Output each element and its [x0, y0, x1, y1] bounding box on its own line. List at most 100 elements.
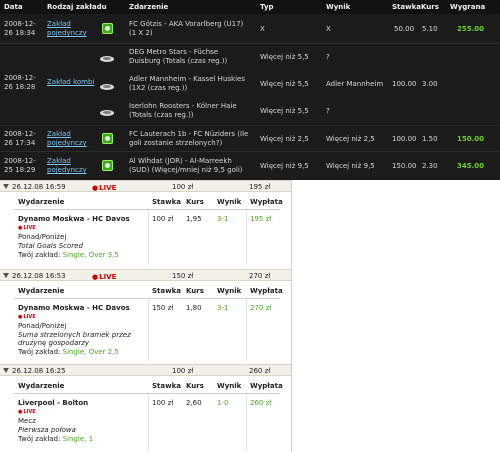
- match-name[interactable]: Dynamo Moskwa - HC Davos: [18, 304, 130, 313]
- row-odds: 1,80: [186, 304, 202, 312]
- coupon: 26.12.08 16:59 LIVE 100 zł 195 zł Wydarz…: [0, 180, 291, 269]
- hockey-puck-icon: [100, 110, 114, 116]
- market-description: Pierwsza połowa: [18, 426, 76, 434]
- col-payout-header: Wypłata: [250, 382, 283, 390]
- football-icon: [102, 133, 113, 144]
- col-stake-header: Stawka: [152, 382, 181, 390]
- bet-date: 2008-12- 25 18:29: [4, 157, 36, 174]
- bet-history-table: Data Rodzaj zakładu Zdarzenie Typ Wynik …: [0, 0, 500, 180]
- bet-row[interactable]: 2008-12- 26 18:34 Zakład pojedynczy FC Göt…: [0, 14, 500, 44]
- row-payout: 195 zł: [250, 215, 272, 223]
- row-result: 3-1: [217, 304, 229, 312]
- col-odds-header[interactable]: Kurs: [421, 3, 439, 11]
- football-icon: [102, 23, 113, 34]
- coupon: 26.12.08 16:25 100 zł 260 zł Wydarzenie …: [0, 364, 291, 452]
- col-type-header[interactable]: Rodzaj zakładu: [47, 3, 107, 11]
- bet-result: Więcej niż 2,5: [326, 135, 375, 143]
- row-odds: 1,95: [186, 215, 202, 223]
- bet-win: 150.00: [457, 135, 485, 143]
- bet-result: X: [326, 25, 331, 33]
- bet-event: FC Götzis - AKA Vorarlberg (U17) (1 X 2): [129, 20, 244, 37]
- col-event-header: Wydarzenie: [18, 198, 65, 206]
- collapse-arrow-icon[interactable]: [3, 368, 9, 373]
- bet-type-link[interactable]: Zakład pojedynczy: [47, 130, 87, 148]
- bet-pick: Więcej niż 9,5: [260, 162, 309, 170]
- col-event-header: Wydarzenie: [18, 382, 65, 390]
- bet-odds: 5.10: [422, 25, 438, 33]
- row-result: 1-0: [217, 399, 229, 407]
- leg-pick: Więcej niż 5,5: [260, 53, 309, 61]
- coupon-list: 26.12.08 16:59 LIVE 100 zł 195 zł Wydarz…: [0, 180, 292, 452]
- bet-odds: 3.00: [422, 80, 438, 88]
- coupon-header[interactable]: 26.12.08 16:53 LIVE 150 zł 270 zł: [0, 269, 291, 281]
- bet-odds: 2.30: [422, 162, 438, 170]
- bet-stake: 150.00: [392, 162, 417, 170]
- leg-event: Adler Mannheim - Kassel Huskies (1X2 (cza…: [129, 75, 245, 92]
- live-badge: LIVE: [92, 184, 116, 192]
- col-stake-header[interactable]: Stawka: [392, 3, 421, 11]
- row-result: 3-1: [217, 215, 229, 223]
- coupon-table-header: Wydarzenie Stawka Kurs Wynik Wypłata: [14, 376, 283, 394]
- hockey-puck-icon: [100, 56, 114, 62]
- row-stake: 150 zł: [152, 304, 174, 312]
- coupon-amount: 150 zł: [172, 272, 194, 280]
- coupon-payout: 260 zł: [249, 367, 271, 375]
- col-result-header[interactable]: Wynik: [326, 3, 350, 11]
- bet-row-combi[interactable]: 2008-12- 26 18:28 Zakład kombi DEG Metro …: [0, 44, 500, 126]
- bet-type-link[interactable]: Zakład kombi: [47, 78, 94, 87]
- football-icon: [102, 160, 113, 171]
- bet-date: 2008-12- 26 18:34: [4, 20, 36, 37]
- collapse-arrow-icon[interactable]: [3, 184, 9, 189]
- market-name: Mecz: [18, 417, 36, 425]
- your-bet: Twój zakład: Single, Over 2,5: [18, 348, 119, 356]
- your-bet: Twój zakład: Single, Over 3,5: [18, 251, 119, 259]
- coupon-datetime: 26.12.08 16:59: [12, 183, 66, 191]
- row-payout: 270 zł: [250, 304, 272, 312]
- col-date-header[interactable]: Data: [4, 3, 23, 11]
- your-bet-choice: Single, Over 3,5: [62, 251, 119, 259]
- bet-type-link[interactable]: Zakład pojedynczy: [47, 157, 87, 175]
- column-divider: [148, 210, 149, 265]
- row-odds: 2,60: [186, 399, 202, 407]
- collapse-arrow-icon[interactable]: [3, 273, 9, 278]
- col-stake-header: Stawka: [152, 198, 181, 206]
- bet-win: 255.00: [457, 25, 485, 33]
- bet-type-link[interactable]: Zakład pojedynczy: [47, 20, 87, 38]
- coupon-header[interactable]: 26.12.08 16:25 100 zł 260 zł: [0, 364, 291, 376]
- bet-pick: Więcej niż 2,5: [260, 135, 309, 143]
- bet-history-header: Data Rodzaj zakładu Zdarzenie Typ Wynik …: [0, 0, 500, 14]
- bet-row[interactable]: 2008-12- 25 18:29 Zakład pojedynczy Al Wih…: [0, 152, 500, 180]
- leg-result: Adler Mannheim: [326, 80, 384, 88]
- bet-stake: 100.00: [392, 80, 417, 88]
- match-name[interactable]: Liverpool - Bolton: [18, 399, 88, 408]
- your-bet-choice: Single, Over 2,5: [62, 348, 119, 356]
- column-divider: [246, 299, 247, 361]
- coupon-amount: 100 zł: [172, 367, 194, 375]
- col-event-header[interactable]: Zdarzenie: [129, 3, 168, 11]
- coupon-table: Wydarzenie Stawka Kurs Wynik Wypłata Liv…: [14, 376, 283, 452]
- match-name[interactable]: Dynamo Moskwa - HC Davos: [18, 215, 130, 224]
- coupon-header[interactable]: 26.12.08 16:59 LIVE 100 zł 195 zł: [0, 180, 291, 192]
- coupon: 26.12.08 16:53 LIVE 150 zł 270 zł Wydarz…: [0, 269, 291, 364]
- coupon-payout: 270 zł: [249, 272, 271, 280]
- col-bet-header[interactable]: Typ: [260, 3, 274, 11]
- col-event-header: Wydarzenie: [18, 287, 65, 295]
- bet-event: Al Wihdat (JOR) - Al-Marreekh (SUD) (Więc…: [129, 157, 243, 174]
- col-result-header: Wynik: [217, 287, 242, 295]
- bet-win: 345.00: [457, 162, 485, 170]
- col-result-header: Wynik: [217, 198, 242, 206]
- bet-row[interactable]: 2008-12- 26 17:34 Zakład pojedynczy FC Lau…: [0, 126, 500, 152]
- coupon-table: Wydarzenie Stawka Kurs Wynik Wypłata Dyn…: [14, 192, 283, 269]
- col-payout-header: Wypłata: [250, 287, 283, 295]
- row-payout: 260 zł: [250, 399, 272, 407]
- live-badge: LIVE: [92, 273, 116, 281]
- col-result-header: Wynik: [217, 382, 242, 390]
- market-name: Ponad/Poniżej: [18, 233, 67, 241]
- col-win-header[interactable]: Wygrana: [450, 3, 485, 11]
- hockey-puck-icon: [100, 84, 114, 90]
- col-odds-header: Kurs: [186, 287, 204, 295]
- bet-stake: 100.00: [392, 135, 417, 143]
- market-description-cont: drużynę gospodarzy: [18, 339, 90, 347]
- leg-pick: Więcej niż 5,5: [260, 80, 309, 88]
- leg-pick: Więcej niż 5,5: [260, 107, 309, 115]
